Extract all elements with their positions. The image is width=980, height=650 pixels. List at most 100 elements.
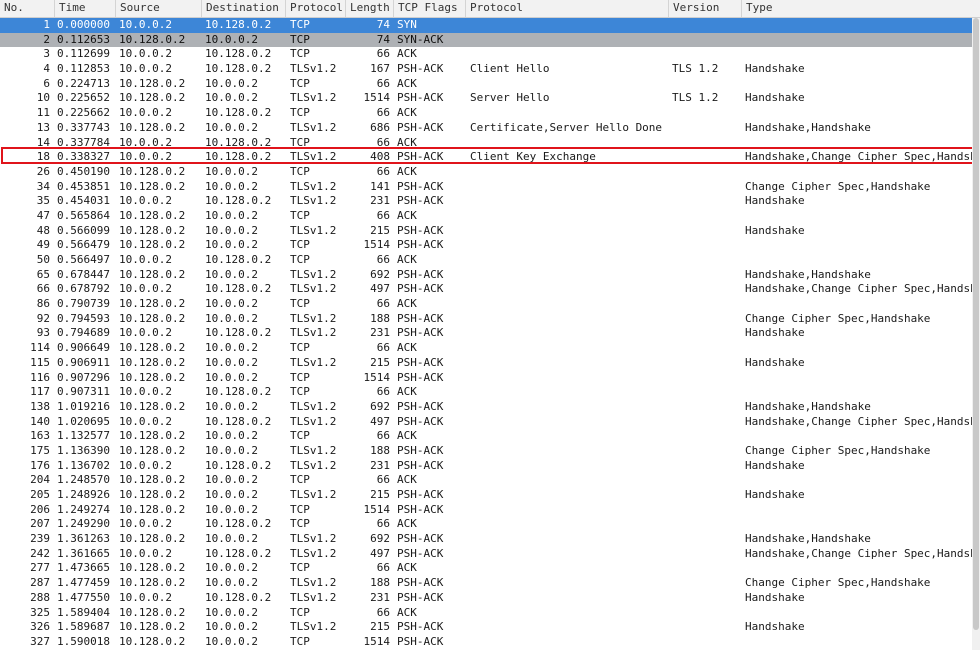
packet-cell-type: Change Cipher Spec,Handshake bbox=[745, 179, 931, 193]
packet-cell-proto: TLSv1.2 bbox=[290, 590, 337, 604]
packet-row[interactable]: 277 1.473665 10.128.0.2 10.0.0.2 TCP 66 ACK bbox=[0, 561, 972, 576]
packet-row[interactable]: 239 1.361263 10.128.0.2 10.0.0.2 TLSv1.2 692 P… bbox=[0, 532, 972, 547]
packet-row[interactable]: 92 0.794593 10.128.0.2 10.0.0.2 TLSv1.2 188 PS… bbox=[0, 312, 972, 327]
packet-row[interactable]: 204 1.248570 10.128.0.2 10.0.0.2 TCP 66 ACK bbox=[0, 473, 972, 488]
column-header-type[interactable]: Type bbox=[742, 0, 980, 17]
packet-row[interactable]: 205 1.248926 10.128.0.2 10.0.0.2 TLSv1.2 215 P… bbox=[0, 488, 972, 503]
packet-row[interactable]: 50 0.566497 10.0.0.2 10.128.0.2 TCP 66 ACK bbox=[0, 253, 972, 268]
packet-row[interactable]: 176 1.136702 10.0.0.2 10.128.0.2 TLSv1.2 231 P… bbox=[0, 459, 972, 474]
packet-cell-flags: PSH-ACK bbox=[397, 576, 444, 590]
packet-cell-len: 66 bbox=[376, 297, 390, 311]
packet-cell-proto: TLSv1.2 bbox=[290, 91, 337, 105]
packet-row[interactable]: 48 0.566099 10.128.0.2 10.0.0.2 TLSv1.2 215 PS… bbox=[0, 224, 972, 239]
packet-row[interactable]: 175 1.136390 10.128.0.2 10.0.0.2 TLSv1.2 188 P… bbox=[0, 444, 972, 459]
packet-cell-dst: 10.0.0.2 bbox=[205, 341, 258, 355]
packet-row[interactable]: 11 0.225662 10.0.0.2 10.128.0.2 TCP 66 ACK bbox=[0, 106, 972, 121]
packet-cell-proto: TLSv1.2 bbox=[290, 620, 337, 634]
packet-row[interactable]: 114 0.906649 10.128.0.2 10.0.0.2 TCP 66 ACK bbox=[0, 341, 972, 356]
column-header-length[interactable]: Length bbox=[346, 0, 394, 17]
packet-cell-len: 231 bbox=[370, 458, 390, 472]
packet-cell-no: 92 bbox=[36, 311, 50, 325]
packet-row[interactable]: 65 0.678447 10.128.0.2 10.0.0.2 TLSv1.2 692 PS… bbox=[0, 268, 972, 283]
packet-cell-src: 10.128.0.2 bbox=[119, 473, 186, 487]
column-header-destination[interactable]: Destination bbox=[202, 0, 286, 17]
packet-row[interactable]: 26 0.450190 10.128.0.2 10.0.0.2 TCP 66 ACK bbox=[0, 165, 972, 180]
packet-cell-proto: TLSv1.2 bbox=[290, 282, 337, 296]
packet-row[interactable]: 66 0.678792 10.0.0.2 10.128.0.2 TLSv1.2 497 PS… bbox=[0, 282, 975, 297]
packet-row[interactable]: 35 0.454031 10.0.0.2 10.128.0.2 TLSv1.2 231 PS… bbox=[0, 194, 972, 209]
packet-row[interactable]: 327 1.590018 10.128.0.2 10.0.0.2 TCP 1514 PSH-… bbox=[0, 635, 972, 650]
vertical-scrollbar[interactable] bbox=[972, 18, 980, 650]
packet-cell-proto: TCP bbox=[290, 634, 310, 648]
packet-cell-time: 1.590018 bbox=[57, 634, 110, 648]
packet-row[interactable]: 138 1.019216 10.128.0.2 10.0.0.2 TLSv1.2 692 P… bbox=[0, 400, 972, 415]
column-header-time[interactable]: Time bbox=[55, 0, 116, 17]
packet-cell-type: Handshake,Handshake bbox=[745, 399, 871, 413]
packet-cell-flags: PSH-ACK bbox=[397, 414, 444, 428]
packet-row[interactable]: 1 0.000000 10.0.0.2 10.128.0.2 TCP 74 SYN bbox=[0, 18, 972, 33]
packet-cell-proto: TLSv1.2 bbox=[290, 120, 337, 134]
packet-cell-time: 1.136390 bbox=[57, 443, 110, 457]
packet-cell-src: 10.0.0.2 bbox=[119, 135, 172, 149]
packet-row[interactable]: 288 1.477550 10.0.0.2 10.128.0.2 TLSv1.2 231 P… bbox=[0, 591, 972, 606]
packet-cell-no: 66 bbox=[36, 282, 50, 296]
scrollbar-thumb[interactable] bbox=[973, 18, 979, 630]
packet-cell-flags: ACK bbox=[397, 47, 417, 61]
packet-cell-flags: ACK bbox=[397, 341, 417, 355]
packet-row[interactable]: 18 0.338327 10.0.0.2 10.128.0.2 TLSv1.2 408 PS… bbox=[0, 150, 975, 165]
packet-row[interactable]: 10 0.225652 10.128.0.2 10.0.0.2 TLSv1.2 1514 P… bbox=[0, 91, 972, 106]
packet-cell-no: 35 bbox=[36, 194, 50, 208]
packet-cell-src: 10.0.0.2 bbox=[119, 106, 172, 120]
packet-row[interactable]: 115 0.906911 10.128.0.2 10.0.0.2 TLSv1.2 215 P… bbox=[0, 356, 972, 371]
packet-row[interactable]: 117 0.907311 10.0.0.2 10.128.0.2 TCP 66 ACK bbox=[0, 385, 972, 400]
packet-cell-src: 10.0.0.2 bbox=[119, 18, 172, 31]
packet-row[interactable]: 3 0.112699 10.0.0.2 10.128.0.2 TCP 66 ACK bbox=[0, 47, 972, 62]
column-header-no[interactable]: No. bbox=[0, 0, 55, 17]
packet-cell-flags: PSH-ACK bbox=[397, 546, 444, 560]
packet-row[interactable]: 49 0.566479 10.128.0.2 10.0.0.2 TCP 1514 PSH-A… bbox=[0, 238, 972, 253]
packet-cell-len: 231 bbox=[370, 326, 390, 340]
packet-cell-len: 66 bbox=[376, 517, 390, 531]
packet-row[interactable]: 326 1.589687 10.128.0.2 10.0.0.2 TLSv1.2 215 P… bbox=[0, 620, 972, 635]
column-header-protocol[interactable]: Protocol bbox=[286, 0, 346, 17]
packet-row[interactable]: 86 0.790739 10.128.0.2 10.0.0.2 TCP 66 ACK bbox=[0, 297, 972, 312]
packet-cell-src: 10.0.0.2 bbox=[119, 194, 172, 208]
packet-row[interactable]: 14 0.337784 10.0.0.2 10.128.0.2 TCP 66 ACK bbox=[0, 136, 972, 151]
packet-row[interactable]: 140 1.020695 10.0.0.2 10.128.0.2 TLSv1.2 497 P… bbox=[0, 414, 975, 430]
packet-cell-no: 65 bbox=[36, 267, 50, 281]
packet-cell-len: 1514 bbox=[363, 91, 391, 105]
packet-cell-proto: TCP bbox=[290, 297, 310, 311]
packet-row[interactable]: 13 0.337743 10.128.0.2 10.0.0.2 TLSv1.2 686 PS… bbox=[0, 121, 972, 136]
packet-cell-flags: PSH-ACK bbox=[397, 91, 444, 105]
column-header-version[interactable]: Version bbox=[669, 0, 742, 17]
packet-row[interactable]: 325 1.589404 10.128.0.2 10.0.0.2 TCP 66 ACK bbox=[0, 606, 972, 621]
packet-row[interactable]: 207 1.249290 10.0.0.2 10.128.0.2 TCP 66 ACK bbox=[0, 517, 972, 532]
packet-cell-src: 10.128.0.2 bbox=[119, 238, 186, 252]
packet-row[interactable]: 287 1.477459 10.128.0.2 10.0.0.2 TLSv1.2 188 P… bbox=[0, 576, 972, 591]
packet-row[interactable]: 206 1.249274 10.128.0.2 10.0.0.2 TCP 1514 PSH-… bbox=[0, 503, 972, 518]
packet-row[interactable]: 242 1.361665 10.0.0.2 10.128.0.2 TLSv1.2 497 P… bbox=[0, 546, 975, 562]
packet-row[interactable]: 4 0.112853 10.0.0.2 10.128.0.2 TLSv1.2 167 PSH… bbox=[0, 62, 972, 77]
packet-cell-dst: 10.0.0.2 bbox=[205, 355, 258, 369]
column-header-tcp-flags[interactable]: TCP Flags bbox=[394, 0, 466, 17]
packet-cell-time: 1.136702 bbox=[57, 458, 110, 472]
packet-cell-time: 0.790739 bbox=[57, 297, 110, 311]
packet-row[interactable]: 34 0.453851 10.128.0.2 10.0.0.2 TLSv1.2 141 PS… bbox=[0, 180, 972, 195]
packet-cell-flags: PSH-ACK bbox=[397, 620, 444, 634]
packet-row[interactable]: 2 0.112653 10.128.0.2 10.0.0.2 TCP 74 SYN-ACK bbox=[0, 32, 972, 48]
packet-cell-time: 0.565864 bbox=[57, 208, 110, 222]
packet-row[interactable]: 116 0.907296 10.128.0.2 10.0.0.2 TCP 1514 PSH-… bbox=[0, 371, 972, 386]
packet-cell-src: 10.128.0.2 bbox=[119, 488, 186, 501]
packet-row[interactable]: 93 0.794689 10.0.0.2 10.128.0.2 TLSv1.2 231 PS… bbox=[0, 326, 972, 341]
packet-cell-dst: 10.0.0.2 bbox=[205, 208, 258, 222]
packet-row[interactable]: 6 0.224713 10.128.0.2 10.0.0.2 TCP 66 ACK bbox=[0, 77, 972, 92]
column-header-source[interactable]: Source bbox=[116, 0, 202, 17]
packet-cell-src: 10.0.0.2 bbox=[119, 47, 172, 61]
packet-row[interactable]: 47 0.565864 10.128.0.2 10.0.0.2 TCP 66 ACK bbox=[0, 209, 972, 224]
packet-row[interactable]: 163 1.132577 10.128.0.2 10.0.0.2 TCP 66 ACK bbox=[0, 429, 972, 444]
packet-cell-dst: 10.0.0.2 bbox=[205, 179, 258, 193]
packet-cell-proto: TCP bbox=[290, 18, 310, 31]
column-header-info[interactable]: Protocol bbox=[466, 0, 669, 17]
packet-list[interactable]: 1 0.000000 10.0.0.2 10.128.0.2 TCP 74 SYN 2 0.11… bbox=[0, 18, 975, 650]
packet-cell-len: 66 bbox=[376, 76, 390, 90]
